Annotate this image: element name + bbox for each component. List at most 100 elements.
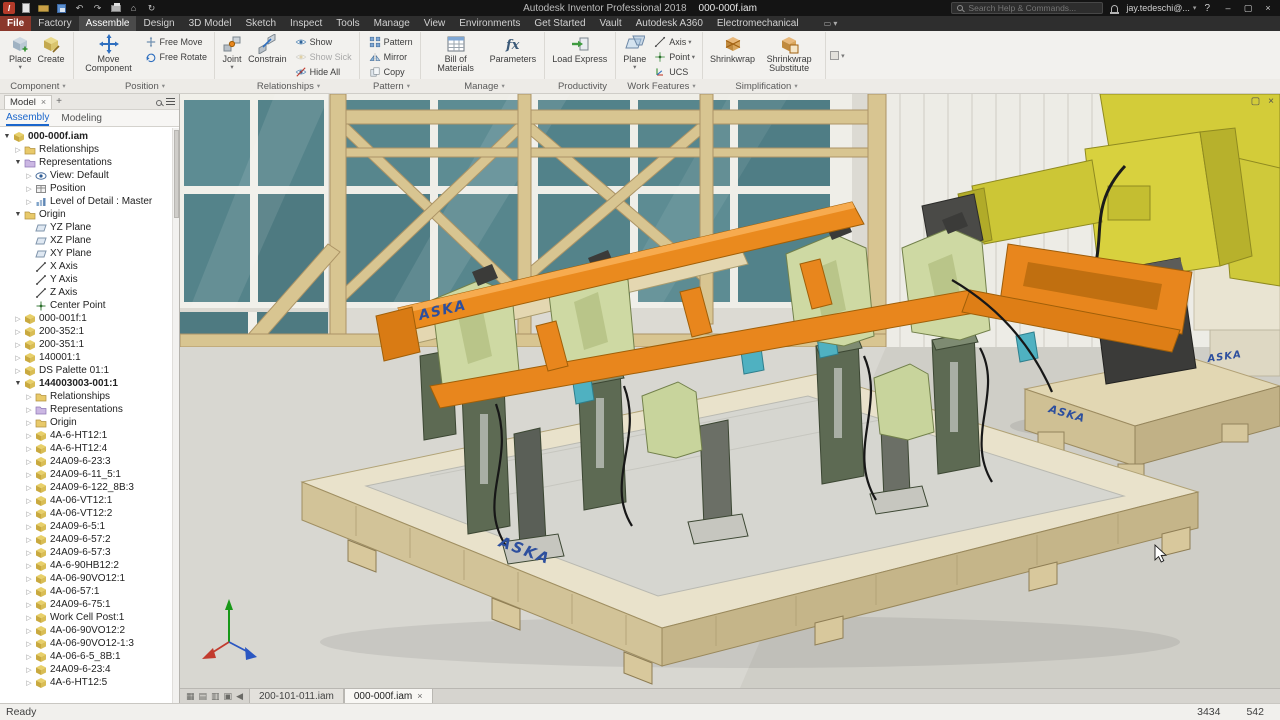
tree-item-4a-06-90vo12-1-3[interactable]: ▷4A-06-90VO12-1:3 [0,637,179,650]
minimize-button[interactable]: – [1218,0,1238,16]
copy-button[interactable]: Copy [367,64,415,79]
tree-item-140001-1[interactable]: ▷140001:1 [0,351,179,364]
show-button[interactable]: Show [293,34,354,49]
load-express-button[interactable]: Load Express [549,33,610,64]
ribbon-tab-autodesk-a360[interactable]: Autodesk A360 [629,16,710,31]
tree-item-4a-06-vt12-1[interactable]: ▷4A-06-VT12:1 [0,494,179,507]
tree-expander-icon[interactable]: ▷ [13,367,23,375]
tree-expander-icon[interactable]: ▷ [24,185,34,193]
tree-expander-icon[interactable]: ▷ [24,575,34,583]
tree-item-representations[interactable]: ▷Representations [0,403,179,416]
signed-in-user[interactable]: jay.tedeschi@... ▾ [1126,3,1196,13]
tree-expander-icon[interactable]: ▷ [13,315,23,323]
tree-item-y-axis[interactable]: Y Axis [0,273,179,286]
tree-expander-icon[interactable]: ▷ [24,172,34,180]
tree-expander-icon[interactable]: ▷ [24,198,34,206]
hide-all-button[interactable]: Hide All [293,64,354,79]
tree-item-144003003-001-1[interactable]: ▼144003003-001:1 [0,377,179,390]
viewport-3d-scene[interactable]: ASKA ASKA ASKA ASKA [180,94,1280,688]
tree-expander-icon[interactable]: ▼ [2,133,12,140]
tree-expander-icon[interactable]: ▷ [13,146,23,154]
tile-horizontal-icon[interactable]: ▤ [199,691,208,702]
tree-item-ds-palette-01-1[interactable]: ▷DS Palette 01:1 [0,364,179,377]
tree-expander-icon[interactable]: ▷ [24,666,34,674]
open-file-icon[interactable] [36,2,51,15]
tree-expander-icon[interactable]: ▷ [24,679,34,687]
tree-item-24a09-6-57-3[interactable]: ▷24A09-6-57:3 [0,546,179,559]
tree-expander-icon[interactable]: ▷ [24,653,34,661]
tree-item-4a-06-6-5-8b-1[interactable]: ▷4A-06-6-5_8B:1 [0,650,179,663]
close-tab-icon[interactable]: × [417,691,422,701]
redo-icon[interactable]: ↷ [90,2,105,15]
tree-expander-icon[interactable]: ▷ [24,640,34,648]
ribbon-tab-inspect[interactable]: Inspect [283,16,329,31]
tree-item-24a09-6-75-1[interactable]: ▷24A09-6-75:1 [0,598,179,611]
shrinkwrap-substitute-button[interactable]: Shrinkwrap Substitute [758,33,820,74]
tree-item-24a09-6-11-5-1[interactable]: ▷24A09-6-11_5:1 [0,468,179,481]
grid-windows-icon[interactable]: ▦ [186,691,195,702]
tree-expander-icon[interactable]: ▷ [24,445,34,453]
ribbon-tab-assemble[interactable]: Assemble [79,16,137,31]
create-button[interactable]: Create [35,33,68,64]
ribbon-tab-environments[interactable]: Environments [452,16,527,31]
joint-button[interactable]: Joint▾ [219,33,245,72]
point-button[interactable]: Point▾ [652,49,697,64]
tree-expander-icon[interactable]: ▷ [24,510,34,518]
tree-item-4a-6-ht12-5[interactable]: ▷4A-6-HT12:5 [0,676,179,689]
update-icon[interactable]: ↻ [144,2,159,15]
ribbon-tab-factory[interactable]: Factory [31,16,78,31]
tree-item-4a-06-90vo12-2[interactable]: ▷4A-06-90VO12:2 [0,624,179,637]
tree-expander-icon[interactable]: ▷ [24,471,34,479]
tree-item-view-default[interactable]: ▷View: Default [0,169,179,182]
close-pane-icon[interactable]: × [41,97,46,107]
maximize-button[interactable]: ▢ [1238,0,1258,16]
help-icon[interactable]: ? [1204,3,1210,14]
tree-expander-icon[interactable]: ▼ [13,159,23,166]
tree-item-position[interactable]: ▷Position [0,182,179,195]
free-move-button[interactable]: Free Move [143,34,210,49]
tree-item-24a09-6-57-2[interactable]: ▷24A09-6-57:2 [0,533,179,546]
ribbon-tab-manage[interactable]: Manage [367,16,417,31]
tree-item-origin[interactable]: ▼Origin [0,208,179,221]
tree-expander-icon[interactable]: ▷ [13,341,23,349]
tree-item-representations[interactable]: ▼Representations [0,156,179,169]
tree-expander-icon[interactable]: ▷ [24,406,34,414]
notification-bell-icon[interactable] [1111,5,1118,12]
ribbon-tab-vault[interactable]: Vault [593,16,629,31]
tree-item-000-000f-iam[interactable]: ▼000-000f.iam [0,130,179,143]
tree-item-x-axis[interactable]: X Axis [0,260,179,273]
close-window-icon[interactable]: × [1268,96,1274,107]
home-view-icon[interactable]: ⌂ [126,2,141,15]
tree-expander-icon[interactable]: ▷ [24,549,34,557]
panel-label-work-features[interactable]: Work Features▾ [618,79,705,93]
help-search-box[interactable] [951,2,1103,14]
move-component-button[interactable]: Move Component [78,33,140,74]
new-file-icon[interactable] [18,2,33,15]
tree-item-24a09-6-5-1[interactable]: ▷24A09-6-5:1 [0,520,179,533]
panel-label-position[interactable]: Position▾ [74,79,216,93]
mirror-button[interactable]: Mirror [367,49,415,64]
save-icon[interactable] [54,2,69,15]
shrinkwrap-button[interactable]: Shrinkwrap [707,33,758,64]
ribbon-tab-get-started[interactable]: Get Started [527,16,592,31]
browser-tab-assembly[interactable]: Assembly [6,110,49,126]
tree-item-4a-06-57-1[interactable]: ▷4A-06-57:1 [0,585,179,598]
tree-expander-icon[interactable]: ▷ [24,458,34,466]
ribbon-tab-electromechanical[interactable]: Electromechanical [710,16,806,31]
ribbon-tab-design[interactable]: Design [136,16,181,31]
ribbon-display-toggle[interactable]: ▭ ▾ [824,16,838,31]
close-button[interactable]: × [1258,0,1278,16]
panel-label-pattern[interactable]: Pattern▾ [361,79,422,93]
constrain-button[interactable]: Constrain [245,33,290,64]
tree-expander-icon[interactable]: ▷ [24,432,34,440]
tree-expander-icon[interactable]: ▷ [24,588,34,596]
tree-item-center-point[interactable]: Center Point [0,299,179,312]
tree-item-4a-06-90vo12-1[interactable]: ▷4A-06-90VO12:1 [0,572,179,585]
tree-expander-icon[interactable]: ▷ [24,601,34,609]
tree-expander-icon[interactable]: ▷ [24,536,34,544]
axis-button[interactable]: Axis▾ [652,34,697,49]
free-rotate-button[interactable]: Free Rotate [143,49,210,64]
tree-expander-icon[interactable]: ▷ [24,562,34,570]
tree-item-xy-plane[interactable]: XY Plane [0,247,179,260]
panel-label-component[interactable]: Component▾ [2,79,74,93]
